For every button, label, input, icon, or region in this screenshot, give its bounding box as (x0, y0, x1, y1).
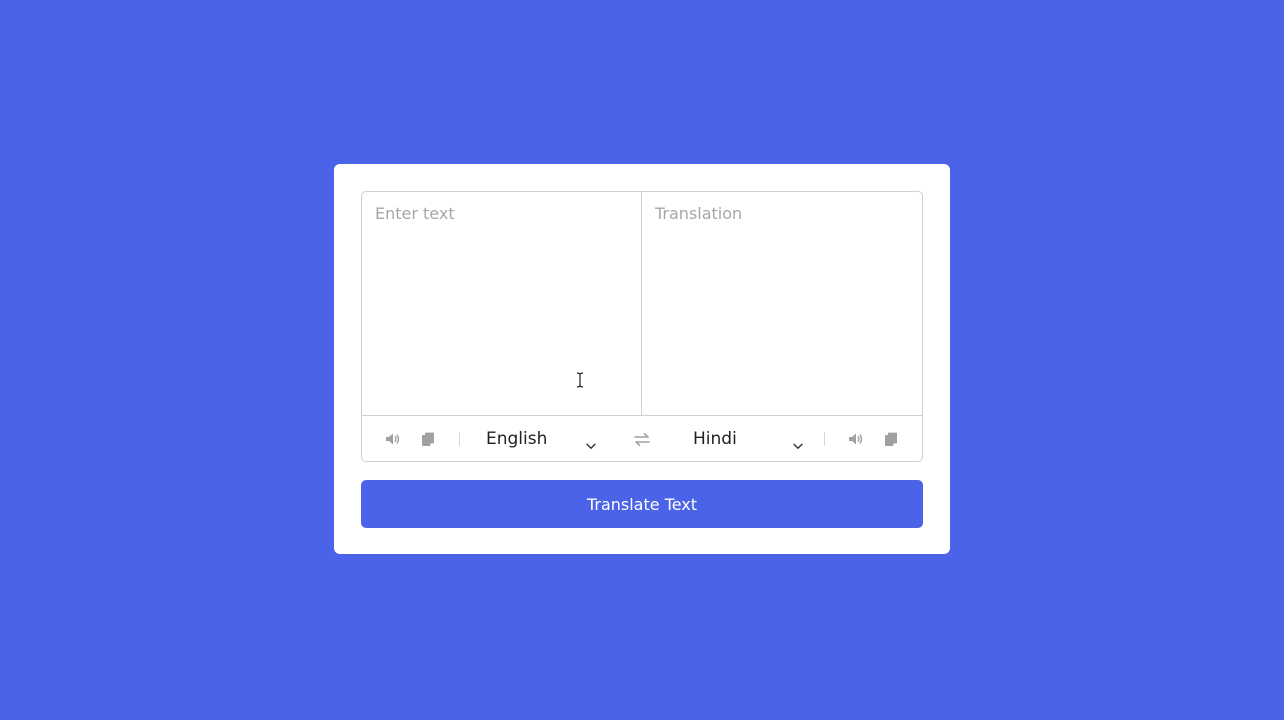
target-language-select[interactable]: Hindi (693, 424, 805, 454)
target-text-container (642, 192, 922, 415)
target-copy-icon[interactable] (882, 430, 900, 448)
source-language-label: English (486, 429, 548, 449)
translation-panel: English Hindi (361, 191, 923, 462)
source-speaker-icon[interactable] (384, 430, 402, 448)
translator-card: English Hindi (334, 164, 950, 554)
source-copy-icon[interactable] (419, 430, 437, 448)
translate-button[interactable]: Translate Text (361, 480, 923, 528)
swap-languages-icon[interactable] (633, 430, 651, 448)
source-text-input[interactable] (362, 192, 641, 415)
target-chevron-down-icon (793, 435, 803, 454)
source-chevron-down-icon (586, 435, 596, 454)
source-controls-divider (459, 432, 460, 446)
translation-output[interactable] (642, 192, 922, 415)
target-speaker-icon[interactable] (847, 430, 865, 448)
source-text-container (362, 192, 642, 415)
target-controls-divider (824, 432, 825, 446)
language-controls-bar: English Hindi (362, 415, 922, 461)
source-language-select[interactable]: English (486, 424, 598, 454)
target-language-label: Hindi (693, 429, 737, 449)
